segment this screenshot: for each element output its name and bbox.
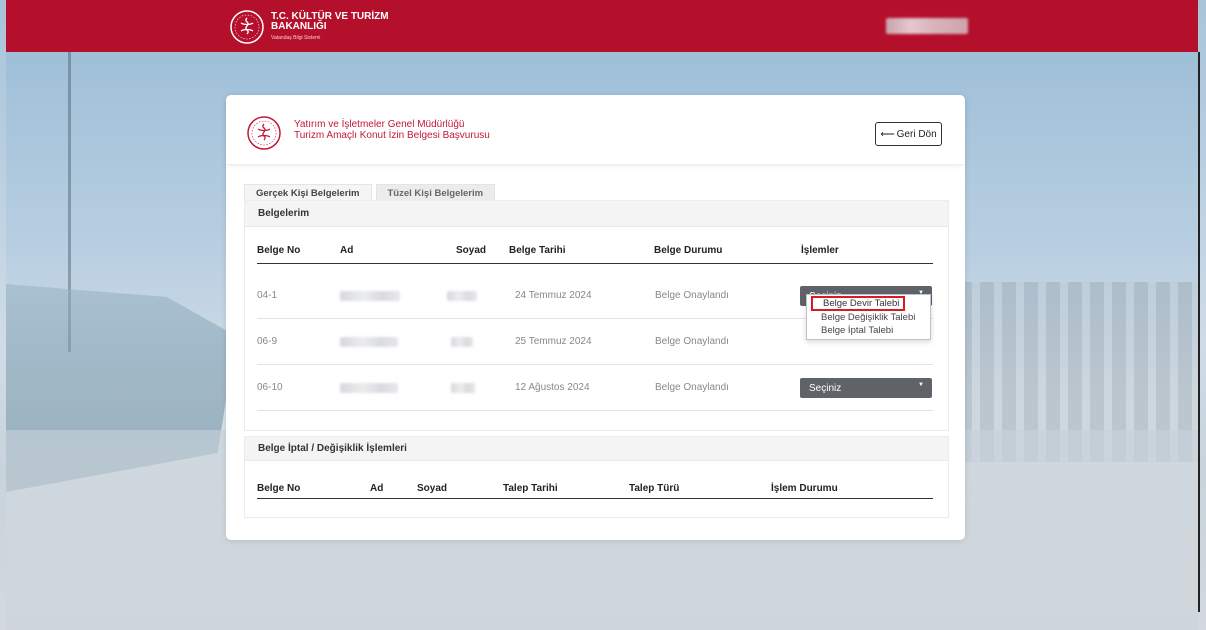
cell-belge-durumu: Belge Onaylandı — [655, 290, 729, 301]
panel-spacer — [245, 411, 948, 430]
brand-line-3: Vatandaş Bilgi Sistemi — [271, 34, 321, 41]
tab-bar: Gerçek Kişi Belgelerim Tüzel Kişi Belgel… — [244, 184, 496, 201]
table-row: 06-10 12 Ağustos 2024 Belge Onaylandı Se… — [245, 365, 948, 411]
col-ad: Ad — [340, 245, 354, 256]
back-button-label: Geri Dön — [896, 128, 937, 140]
col-soyad: Soyad — [417, 483, 448, 494]
ministry-brand[interactable]: T.C. KÜLTÜR VE TURİZM BAKANLIĞI Vatandaş… — [229, 9, 389, 45]
tab-real-person-documents[interactable]: Gerçek Kişi Belgelerim — [244, 184, 372, 201]
cell-belge-durumu: Belge Onaylandı — [655, 382, 729, 393]
user-name-redacted[interactable] — [886, 18, 968, 34]
col-belge-no: Belge No — [257, 483, 301, 494]
header-divider — [257, 498, 933, 499]
documents-table-header: Belge No Ad Soyad Belge Tarihi Belge Dur… — [245, 227, 948, 273]
window-edge — [1198, 52, 1200, 612]
cell-ad-redacted — [340, 291, 400, 301]
tab-legal-entity-documents[interactable]: Tüzel Kişi Belgelerim — [375, 184, 496, 201]
cell-ad-redacted — [340, 383, 398, 393]
cell-belge-no: 06-9 — [257, 336, 278, 347]
col-belge-durumu: Belge Durumu — [654, 245, 723, 256]
back-button[interactable]: ⟵ Geri Dön — [875, 122, 942, 146]
brand-line-1: T.C. KÜLTÜR VE TURİZM — [271, 10, 389, 22]
col-islem-durumu: İşlem Durumu — [771, 483, 838, 494]
col-talep-turu: Talep Türü — [629, 483, 680, 494]
brand-line-2: BAKANLIĞI — [271, 20, 327, 32]
col-belge-no: Belge No — [257, 245, 301, 256]
cell-soyad-redacted — [447, 291, 477, 301]
ministry-brand-text: T.C. KÜLTÜR VE TURİZM BAKANLIĞI Vatandaş… — [271, 10, 389, 43]
row-divider — [257, 410, 933, 411]
cell-belge-durumu: Belge Onaylandı — [655, 336, 729, 347]
islemler-dropdown-menu: Belge Devir Talebi Belge Değişiklik Tale… — [806, 294, 931, 340]
col-ad: Ad — [370, 483, 384, 494]
cell-belge-no: 04-1 — [257, 290, 278, 301]
ministry-logo-icon — [230, 10, 264, 44]
cell-belge-tarihi: 12 Ağustos 2024 — [515, 382, 590, 393]
cell-belge-tarihi: 24 Temmuz 2024 — [515, 290, 592, 301]
changes-panel-title: Belge İptal / Değişiklik İşlemleri — [245, 437, 948, 461]
changes-panel: Belge İptal / Değişiklik İşlemleri Belge… — [244, 436, 949, 518]
cell-soyad-redacted — [451, 337, 473, 347]
option-belge-degisiklik-talebi[interactable]: Belge Değişiklik Talebi — [807, 311, 930, 324]
application-subtitle: Turizm Amaçlı Konut İzin Belgesi Başvuru… — [294, 130, 490, 141]
arrow-left-icon: ⟵ — [880, 128, 895, 140]
top-navbar: T.C. KÜLTÜR VE TURİZM BAKANLIĞI Vatandaş… — [6, 0, 1198, 52]
department-title: Yatırım ve İşletmeler Genel Müdürlüğü — [294, 119, 465, 130]
documents-panel-title: Belgelerim — [245, 201, 948, 227]
cell-belge-tarihi: 25 Temmuz 2024 — [515, 336, 592, 347]
option-belge-iptal-talebi[interactable]: Belge İptal Talebi — [807, 324, 930, 337]
option-belge-devir-talebi[interactable]: Belge Devir Talebi — [811, 296, 905, 311]
ministry-seal-icon — [247, 116, 281, 150]
cell-soyad-redacted — [451, 383, 475, 393]
cell-ad-redacted — [340, 337, 398, 347]
caret-down-icon: ▼ — [918, 382, 924, 388]
select-value: Seçiniz — [809, 382, 842, 394]
header-divider — [257, 263, 933, 264]
col-belge-tarihi: Belge Tarihi — [509, 245, 566, 256]
col-islemler: İşlemler — [801, 245, 839, 256]
cell-belge-no: 06-10 — [257, 382, 283, 393]
islemler-select[interactable]: Seçiniz ▼ — [800, 378, 932, 398]
col-soyad: Soyad — [456, 245, 487, 256]
card-header: Yatırım ve İşletmeler Genel Müdürlüğü Tu… — [226, 95, 965, 165]
col-talep-tarihi: Talep Tarihi — [503, 483, 558, 494]
